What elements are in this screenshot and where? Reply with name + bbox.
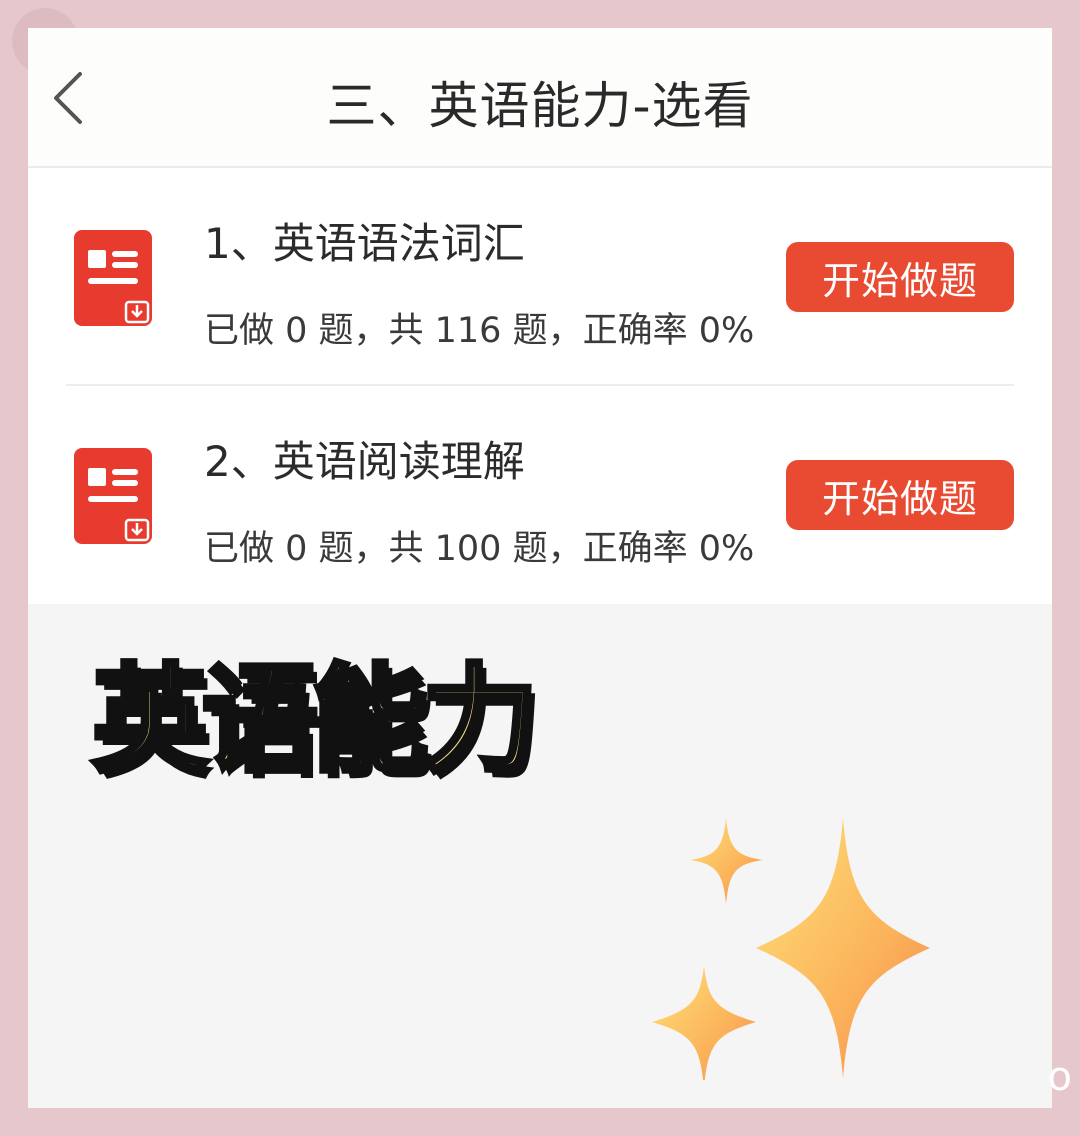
banner-title: 英语能力 — [90, 651, 541, 791]
phone-screen: 三、英语能力-选看 1、英语语法词汇 已做 0 题，共 116 题，正确率 0%… — [28, 28, 1052, 1108]
corner-glyph: o — [1047, 1054, 1072, 1100]
item-title: 1、英语语法词汇 — [204, 219, 525, 268]
start-quiz-button[interactable]: 开始做题 — [786, 242, 1014, 312]
item-stats: 已做 0 题，共 116 题，正确率 0% — [204, 311, 755, 351]
page-title: 三、英语能力-选看 — [326, 77, 754, 135]
nav-header: 三、英语能力-选看 — [28, 28, 1052, 168]
document-download-icon — [74, 448, 152, 544]
sparkles-icon — [652, 818, 930, 1080]
document-download-icon — [74, 230, 152, 326]
list-item: 1、英语语法词汇 已做 0 题，共 116 题，正确率 0% 开始做题 — [28, 168, 1052, 386]
item-title: 2、英语阅读理解 — [204, 437, 525, 486]
list-item: 2、英语阅读理解 已做 0 题，共 100 题，正确率 0% 开始做题 — [28, 386, 1052, 602]
start-quiz-button[interactable]: 开始做题 — [786, 460, 1014, 530]
exercise-list: 1、英语语法词汇 已做 0 题，共 116 题，正确率 0% 开始做题 2、英语… — [28, 168, 1052, 604]
item-stats: 已做 0 题，共 100 题，正确率 0% — [204, 529, 755, 569]
